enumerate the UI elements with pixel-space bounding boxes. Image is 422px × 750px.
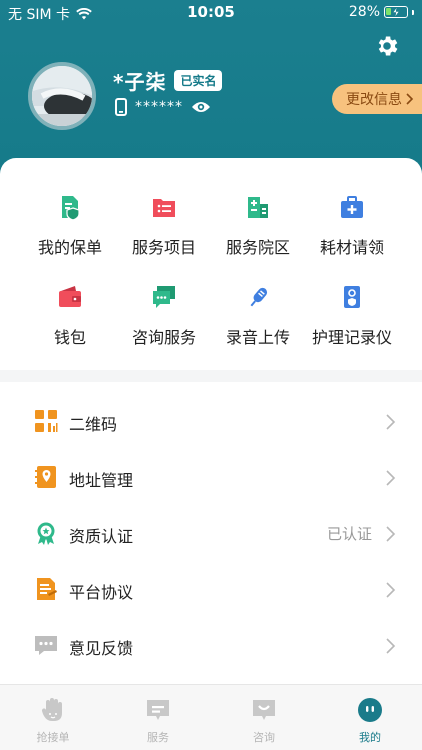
menu-label: 二维码: [69, 415, 118, 434]
address-book-icon: [35, 466, 56, 488]
service-label: 录音上传: [225, 328, 290, 347]
status-bar: 无 SIM 卡 10:05 28%: [0, 0, 422, 26]
profile-tab-icon: [358, 698, 382, 722]
tab-consult[interactable]: 咨询: [234, 697, 294, 745]
tab-service[interactable]: 服务: [128, 697, 188, 745]
service-audio-upload[interactable]: 录音上传: [208, 284, 308, 348]
battery-level: [386, 8, 392, 15]
battery-icon: [384, 6, 408, 18]
menu-label: 平台协议: [69, 583, 134, 602]
menu-label: 意见反馈: [69, 639, 134, 658]
battery-status: 28%: [349, 4, 414, 20]
tab-bar: 抢接单 服务 咨询 我的: [0, 684, 422, 750]
menu-item-qr-code[interactable]: 二维码: [0, 394, 422, 450]
tab-label: 咨询: [253, 731, 275, 744]
tab-label: 抢接单: [36, 731, 70, 744]
service-items[interactable]: 服务项目: [114, 194, 214, 258]
service-label: 耗材请领: [319, 238, 384, 257]
chevron-right-icon: [386, 638, 396, 654]
hospital-campus-icon: [248, 197, 268, 218]
medical-kit-icon: [341, 196, 363, 218]
policy-icon: [62, 196, 80, 221]
menu-item-agreement[interactable]: 平台协议: [0, 562, 422, 618]
eye-icon[interactable]: [191, 100, 211, 114]
service-label: 咨询服务: [131, 328, 196, 347]
menu-label: 地址管理: [69, 471, 134, 490]
chevron-right-icon: [386, 526, 396, 542]
service-tab-icon: [147, 700, 169, 720]
service-supplies[interactable]: 耗材请领: [302, 194, 402, 258]
certification-status: 已认证: [326, 525, 372, 543]
name-row: *子柒 已实名: [113, 66, 223, 95]
service-consult[interactable]: 咨询服务: [114, 284, 214, 348]
service-label: 服务院区: [225, 238, 290, 257]
service-label: 钱包: [53, 328, 86, 347]
battery-percent: 28%: [348, 4, 380, 20]
masked-phone-number: ******: [135, 99, 183, 115]
service-my-policy[interactable]: 我的保单: [20, 194, 120, 258]
menu-item-address[interactable]: 地址管理: [0, 450, 422, 506]
service-label: 护理记录仪: [311, 328, 392, 347]
service-label: 我的保单: [37, 238, 102, 257]
tab-label: 服务: [147, 731, 169, 744]
service-card: 我的保单 服务项目 服务院区 耗材请领 钱包 咨询服务 录音上传 护理记录仪: [0, 158, 422, 370]
settings-gear-icon[interactable]: [374, 33, 400, 59]
charging-bolt-icon: [392, 7, 400, 17]
agreement-icon: [37, 578, 57, 600]
feedback-icon: [35, 636, 57, 655]
nursing-recorder-icon: [344, 286, 360, 308]
service-campus[interactable]: 服务院区: [208, 194, 308, 258]
battery-tip: [412, 9, 414, 15]
service-wallet[interactable]: 钱包: [20, 284, 120, 348]
menu-item-certification[interactable]: 资质认证 已认证: [0, 506, 422, 562]
service-items-icon: [153, 199, 175, 217]
microphone-icon: [250, 287, 268, 307]
qr-code-icon: [35, 410, 58, 432]
consult-tab-icon: [253, 700, 275, 720]
service-nursing-recorder[interactable]: 护理记录仪: [302, 284, 402, 348]
phone-row: ******: [115, 98, 211, 116]
chevron-right-icon: [386, 414, 396, 430]
verified-badge: 已实名: [174, 70, 223, 91]
avatar[interactable]: [28, 62, 96, 130]
chevron-right-icon: [386, 582, 396, 598]
certificate-icon: [37, 522, 55, 545]
menu-label: 资质认证: [69, 527, 134, 546]
service-label: 服务项目: [131, 238, 196, 257]
edit-info-label: 更改信息: [346, 92, 402, 108]
menu-item-feedback[interactable]: 意见反馈: [0, 618, 422, 674]
phone-icon: [115, 98, 127, 116]
settings-menu: 二维码 地址管理 资质认证 已认证 平台协议 意见反馈: [0, 382, 422, 684]
tab-grab-order[interactable]: 抢接单: [23, 697, 83, 745]
edit-info-button[interactable]: 更改信息: [332, 84, 422, 114]
user-name: *子柒: [113, 70, 167, 94]
tab-profile[interactable]: 我的: [340, 697, 400, 745]
wallet-icon: [59, 286, 81, 307]
chevron-right-icon: [406, 93, 414, 105]
avatar-photo: [32, 66, 92, 126]
grab-order-icon: [41, 698, 62, 721]
consult-chat-icon: [153, 286, 175, 308]
tab-label: 我的: [359, 731, 381, 744]
chevron-right-icon: [386, 470, 396, 486]
